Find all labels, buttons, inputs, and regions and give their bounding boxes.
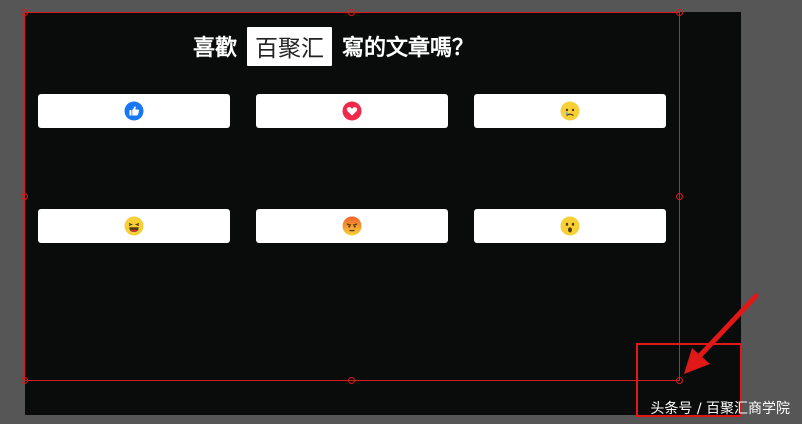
angry-face-icon xyxy=(342,216,362,236)
resize-handle-top-center[interactable] xyxy=(348,9,355,16)
surprised-face-icon xyxy=(560,216,580,236)
reaction-button-love[interactable] xyxy=(256,94,448,128)
reaction-button-haha[interactable] xyxy=(38,209,230,243)
watermark-text: 头条号 / 百聚汇商学院 xyxy=(650,401,790,417)
editor-workspace: 喜歡 百聚汇 寫的文章嗎？ 头条号 / 百聚汇商学院 xyxy=(0,0,802,424)
reaction-button-sad[interactable] xyxy=(474,94,666,128)
resize-handle-top-right[interactable] xyxy=(676,9,683,16)
annotation-arrow-icon xyxy=(684,293,759,374)
reaction-button-like[interactable] xyxy=(38,94,230,128)
poll-canvas[interactable]: 喜歡 百聚汇 寫的文章嗎？ xyxy=(25,12,741,415)
sad-face-icon xyxy=(560,101,580,121)
brand-label: 百聚汇 xyxy=(247,26,333,66)
reaction-button-angry[interactable] xyxy=(256,209,448,243)
resize-handle-top-left[interactable] xyxy=(21,9,28,16)
resize-handle-middle-left[interactable] xyxy=(21,193,28,200)
resize-handle-middle-right[interactable] xyxy=(676,193,683,200)
heart-icon xyxy=(342,101,362,121)
title-prefix: 喜歡 xyxy=(193,36,238,61)
laughing-face-icon xyxy=(124,216,144,236)
resize-handle-bottom-left[interactable] xyxy=(21,377,28,384)
thumbs-up-icon xyxy=(124,101,144,121)
title-suffix: 寫的文章嗎？ xyxy=(342,36,475,61)
poll-title: 喜歡 百聚汇 寫的文章嗎？ xyxy=(193,26,474,66)
reaction-button-wow[interactable] xyxy=(474,209,666,243)
resize-handle-bottom-center[interactable] xyxy=(348,377,355,384)
